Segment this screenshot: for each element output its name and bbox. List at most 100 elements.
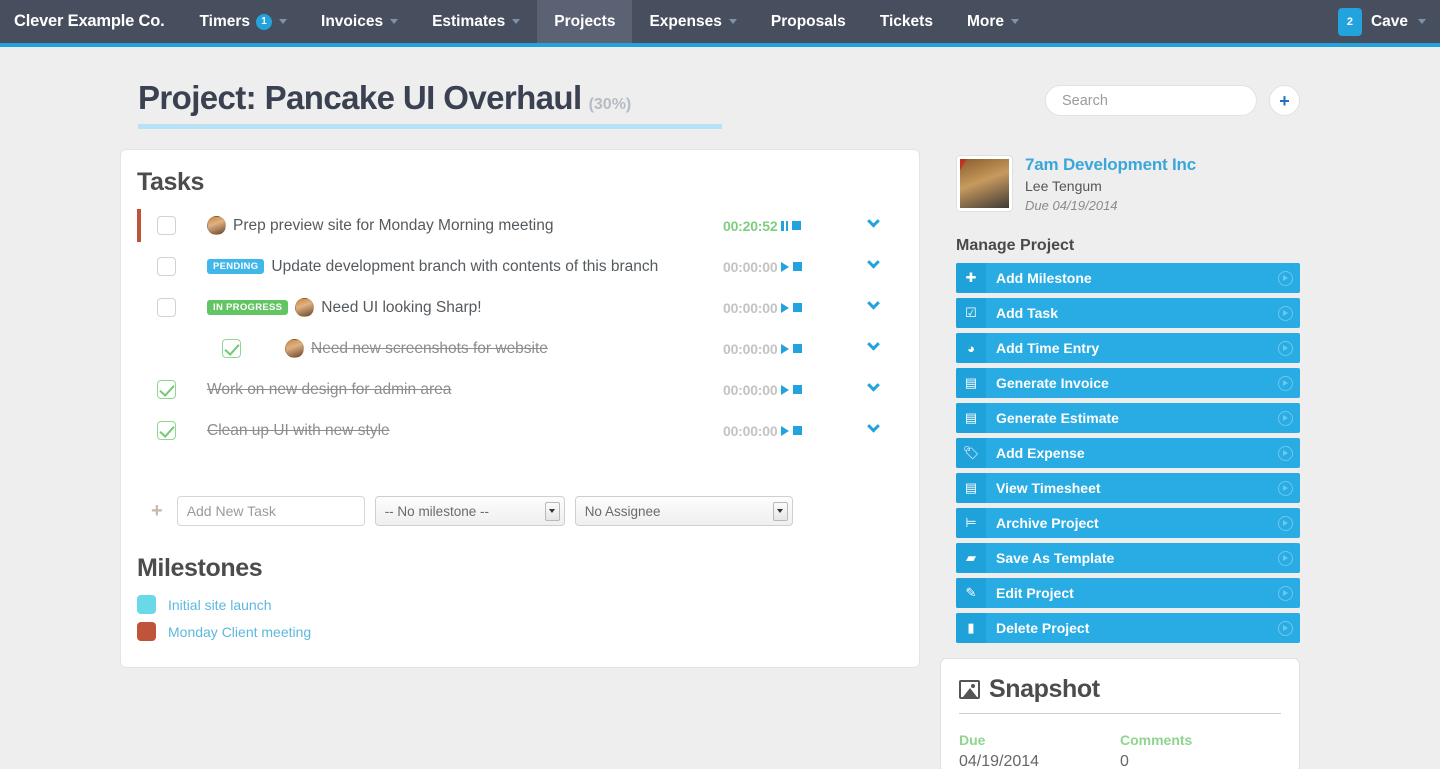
chevron-down-icon — [866, 255, 880, 269]
stop-icon[interactable] — [793, 385, 803, 394]
go-arrow-icon[interactable] — [1270, 445, 1300, 461]
action-add-expense[interactable]: 🏷 Add Expense — [956, 438, 1300, 468]
go-arrow-icon[interactable] — [1270, 270, 1300, 286]
go-arrow-icon[interactable] — [1270, 375, 1300, 391]
task-label[interactable]: Prep preview site for Monday Morning mee… — [233, 217, 553, 235]
task-label[interactable]: Update development branch with contents … — [271, 258, 658, 276]
task-timer: 00:00:00 — [723, 259, 843, 275]
chevron-down-icon[interactable] — [544, 501, 560, 521]
stop-icon[interactable] — [793, 344, 803, 353]
stop-icon[interactable] — [793, 303, 803, 312]
go-arrow-icon[interactable] — [1270, 550, 1300, 566]
add-new-button[interactable]: + — [1269, 85, 1300, 116]
milestone-select[interactable]: -- No milestone -- — [374, 496, 565, 526]
expand-task-toggle[interactable] — [843, 214, 903, 230]
play-icon[interactable] — [781, 261, 790, 272]
task-label[interactable]: Clean up UI with new style — [207, 422, 390, 440]
action-label: Add Expense — [996, 445, 1085, 461]
chevron-down-icon[interactable] — [512, 19, 521, 24]
stop-icon[interactable] — [792, 221, 802, 230]
nav-item-estimates[interactable]: Estimates — [415, 0, 537, 43]
go-arrow-icon[interactable] — [1270, 340, 1300, 356]
task-checkbox[interactable] — [157, 380, 176, 399]
expand-task-toggle[interactable] — [843, 296, 903, 312]
action-add-task[interactable]: ☑ Add Task — [956, 298, 1300, 328]
nav-item-timers[interactable]: Timers 1 — [182, 0, 304, 43]
chevron-down-icon[interactable] — [390, 19, 399, 24]
milestone-item[interactable]: Initial site launch — [137, 591, 903, 618]
nav-item-proposals[interactable]: Proposals — [754, 0, 863, 43]
action-view-timesheet[interactable]: ▤ View Timesheet — [956, 473, 1300, 503]
nav-item-projects[interactable]: Projects — [537, 0, 633, 43]
user-menu-label[interactable]: Cave — [1371, 13, 1408, 31]
client-name[interactable]: 7am Development Inc — [1025, 155, 1196, 175]
nav-item-tickets[interactable]: Tickets — [863, 0, 950, 43]
brand-logo[interactable]: Clever Example Co. — [0, 0, 182, 43]
avatar — [207, 216, 226, 235]
go-arrow-icon[interactable] — [1270, 305, 1300, 321]
action-generate-invoice[interactable]: ▤ Generate Invoice — [956, 368, 1300, 398]
chevron-down-icon[interactable] — [279, 19, 288, 24]
play-icon[interactable] — [781, 343, 790, 354]
expand-task-toggle[interactable] — [843, 378, 903, 394]
folder-icon: ▰ — [956, 543, 986, 573]
assignee-select[interactable]: No Assignee — [574, 496, 793, 526]
nav-item-label: Invoices — [321, 12, 384, 30]
nav-item-label: Expenses — [649, 12, 722, 30]
chevron-down-icon[interactable] — [728, 19, 737, 24]
project-progress-percent: (30%) — [588, 96, 632, 113]
nav-item-invoices[interactable]: Invoices — [304, 0, 415, 43]
new-task-input[interactable] — [176, 496, 365, 526]
task-row: PENDING Update development branch with co… — [137, 246, 903, 287]
action-add-time-entry[interactable]: ◕ Add Time Entry — [956, 333, 1300, 363]
expand-task-toggle[interactable] — [843, 419, 903, 435]
nav-item-more[interactable]: More — [950, 0, 1036, 43]
project-due-date: Due 04/19/2014 — [1025, 198, 1118, 213]
play-icon[interactable] — [781, 302, 790, 313]
milestone-item[interactable]: Monday Client meeting — [137, 618, 903, 645]
avatar — [295, 298, 315, 317]
chevron-down-icon[interactable] — [1418, 19, 1426, 24]
status-badge: IN PROGRESS — [207, 299, 289, 316]
action-add-milestone[interactable]: ✚ Add Milestone — [956, 263, 1300, 293]
task-checkbox[interactable] — [222, 339, 241, 358]
go-arrow-icon[interactable] — [1270, 480, 1300, 496]
action-save-as-template[interactable]: ▰ Save As Template — [956, 543, 1300, 573]
stop-icon[interactable] — [793, 426, 803, 435]
action-archive-project[interactable]: ⊨ Archive Project — [956, 508, 1300, 538]
pause-icon[interactable] — [781, 220, 789, 231]
task-checkbox[interactable] — [157, 216, 176, 235]
task-label[interactable]: Need UI looking Sharp! — [321, 299, 481, 317]
go-arrow-icon[interactable] — [1270, 585, 1300, 601]
task-label[interactable]: Work on new design for admin area — [207, 381, 451, 399]
nav-item-expenses[interactable]: Expenses — [632, 0, 753, 43]
go-arrow-icon[interactable] — [1270, 620, 1300, 636]
action-generate-estimate[interactable]: ▤ Generate Estimate — [956, 403, 1300, 433]
expand-task-toggle[interactable] — [843, 337, 903, 353]
search-input[interactable] — [1062, 92, 1240, 109]
snapshot-stats: Due 04/19/2014 Comments 0 — [959, 714, 1281, 769]
user-notification-count[interactable]: 2 — [1337, 7, 1362, 36]
play-icon[interactable] — [781, 384, 790, 395]
action-edit-project[interactable]: ✎ Edit Project — [956, 578, 1300, 608]
action-delete-project[interactable]: ▮ Delete Project — [956, 613, 1300, 643]
snapshot-stat-value: 04/19/2014 — [959, 753, 1040, 769]
play-icon[interactable] — [781, 425, 790, 436]
task-checkbox[interactable] — [157, 298, 176, 317]
chevron-down-icon[interactable] — [1011, 19, 1019, 24]
chevron-down-icon[interactable] — [772, 501, 788, 521]
chevron-down-icon — [866, 378, 880, 392]
stop-icon[interactable] — [793, 262, 803, 271]
task-label[interactable]: Need new screenshots for website — [311, 340, 548, 358]
task-checkbox[interactable] — [157, 421, 176, 440]
action-label: View Timesheet — [996, 480, 1101, 496]
status-badge: PENDING — [207, 258, 265, 275]
go-arrow-icon[interactable] — [1270, 410, 1300, 426]
timer-value: 00:00:00 — [723, 258, 778, 275]
expand-task-toggle[interactable] — [843, 255, 903, 271]
action-label: Archive Project — [996, 515, 1099, 531]
task-checkbox[interactable] — [157, 257, 176, 276]
go-arrow-icon[interactable] — [1270, 515, 1300, 531]
search-box[interactable] — [1045, 85, 1257, 116]
nav-item-label: Projects — [554, 12, 616, 30]
